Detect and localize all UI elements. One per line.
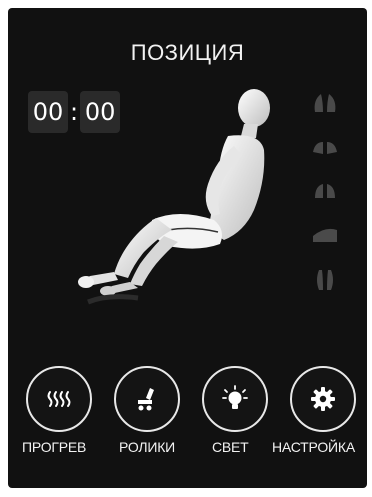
page-title: ПОЗИЦИЯ	[130, 40, 245, 65]
rollers-button[interactable]	[114, 366, 180, 432]
hands-back-icon	[313, 142, 337, 154]
heat-waves-icon	[47, 391, 71, 407]
seat-icon	[313, 228, 337, 242]
mode-back[interactable]	[308, 130, 342, 164]
feet-icon	[317, 270, 333, 290]
timer-minutes: 00	[28, 91, 68, 133]
mode-waist[interactable]	[308, 174, 342, 208]
gear-icon	[311, 387, 335, 411]
hands-shoulder-icon	[314, 94, 336, 112]
control-buttons	[26, 366, 356, 432]
body-figure	[78, 89, 270, 305]
light-bulb-icon	[222, 385, 248, 409]
rollers-icon	[138, 388, 154, 411]
light-button[interactable]	[202, 366, 268, 432]
screen: ПОЗИЦИЯ 00 : 00 ПРОГРЕВ РОЛИКИ СВЕТ НАСТ…	[8, 8, 367, 488]
massage-mode-list	[308, 86, 348, 306]
hands-waist-icon	[315, 184, 335, 198]
settings-label: НАСТРОЙКА	[272, 439, 356, 455]
light-label: СВЕТ	[212, 439, 249, 455]
mode-shoulder[interactable]	[308, 86, 342, 120]
mode-seat[interactable]	[308, 218, 342, 252]
heat-button[interactable]	[26, 366, 92, 432]
rollers-label: РОЛИКИ	[119, 439, 176, 455]
control-labels: ПРОГРЕВ РОЛИКИ СВЕТ НАСТРОЙКА	[16, 439, 362, 459]
mode-feet[interactable]	[308, 262, 342, 296]
settings-button[interactable]	[290, 366, 356, 432]
heat-label: ПРОГРЕВ	[22, 439, 87, 455]
